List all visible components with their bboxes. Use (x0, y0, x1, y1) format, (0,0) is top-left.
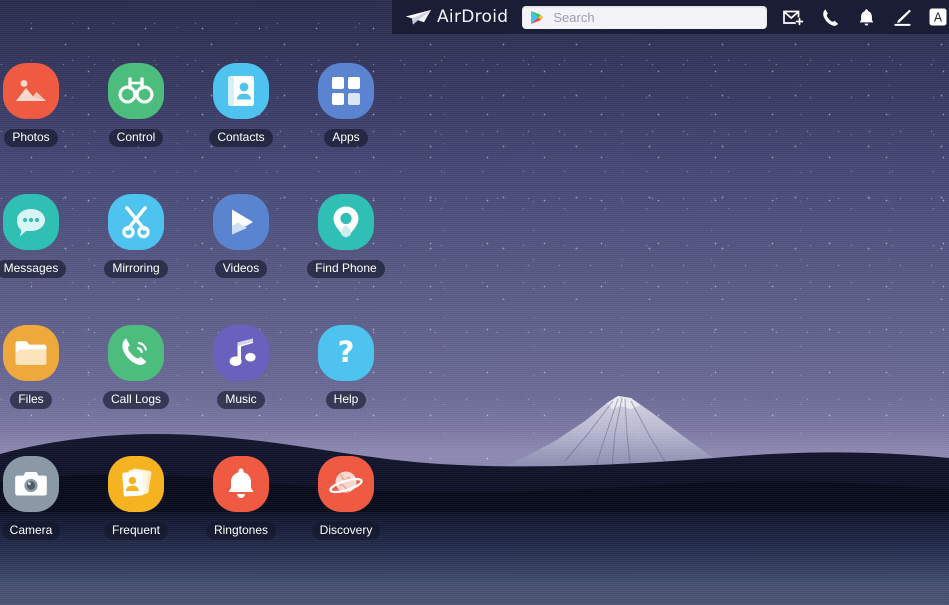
app-music[interactable]: Music (198, 325, 284, 409)
app-label: Apps (324, 129, 368, 147)
letter-a-icon[interactable]: A (927, 6, 949, 28)
top-toolbar: AirDroid Search A (392, 0, 949, 34)
desktop: AirDroid Search A Photos Control Contact… (0, 0, 949, 605)
app-help[interactable]: ? Help (303, 325, 389, 409)
app-ringtones[interactable]: Ringtones (198, 456, 284, 540)
edit-pencil-icon[interactable] (891, 6, 913, 28)
search-input[interactable] (553, 9, 767, 25)
apps-grid-icon (318, 63, 374, 119)
app-label: Find Phone (307, 260, 385, 278)
app-contacts[interactable]: Contacts (198, 63, 284, 147)
app-files[interactable]: Files (0, 325, 74, 409)
music-note-icon (213, 325, 269, 381)
app-apps[interactable]: Apps (303, 63, 389, 147)
question-mark-icon: ? (318, 325, 374, 381)
photos-icon (3, 63, 59, 119)
planet-icon (318, 456, 374, 512)
binoculars-icon (108, 63, 164, 119)
scissors-icon (108, 194, 164, 250)
app-videos[interactable]: Videos (198, 194, 284, 278)
play-icon (213, 194, 269, 250)
frequent-contacts-icon (108, 456, 164, 512)
app-find-phone[interactable]: Find Phone (303, 194, 389, 278)
app-label: Contacts (209, 129, 273, 147)
app-label: Videos (214, 260, 268, 278)
app-label: Discovery (311, 522, 381, 540)
message-icon (3, 194, 59, 250)
app-mirroring[interactable]: Mirroring (93, 194, 179, 278)
app-call-logs[interactable]: Call Logs (93, 325, 179, 409)
app-grid: Photos Control Contacts Apps Messages Mi… (0, 0, 400, 605)
new-message-icon[interactable] (783, 6, 805, 28)
bell-icon[interactable] (855, 6, 877, 28)
app-label: Frequent (103, 522, 169, 540)
app-control[interactable]: Control (93, 63, 179, 147)
logo-text: AirDroid (437, 7, 509, 27)
app-label: Messages (0, 260, 67, 278)
phone-icon[interactable] (819, 6, 841, 28)
app-label: Photos (4, 129, 58, 147)
app-photos[interactable]: Photos (0, 63, 74, 147)
camera-icon (3, 456, 59, 512)
app-label: Call Logs (102, 391, 170, 409)
app-label: Camera (1, 522, 61, 540)
app-camera[interactable]: Camera (0, 456, 74, 540)
app-label: Mirroring (104, 260, 168, 278)
app-label: Help (325, 391, 367, 409)
google-play-icon (531, 10, 544, 24)
svg-text:?: ? (338, 336, 355, 369)
contacts-icon (213, 63, 269, 119)
app-label: Music (217, 391, 265, 409)
airdroid-logo[interactable]: AirDroid (402, 7, 508, 27)
toolbar-icon-group: A (783, 6, 949, 28)
app-frequent[interactable]: Frequent (93, 456, 179, 540)
app-label: Control (108, 129, 164, 147)
folder-icon (3, 325, 59, 381)
paper-plane-icon (406, 10, 431, 25)
app-discovery[interactable]: Discovery (303, 456, 389, 540)
app-label: Ringtones (205, 522, 277, 540)
phone-call-icon (108, 325, 164, 381)
location-pin-icon (318, 194, 374, 250)
bell-ringtone-icon (213, 456, 269, 512)
search-box[interactable] (522, 5, 767, 29)
app-messages[interactable]: Messages (0, 194, 74, 278)
app-label: Files (10, 391, 52, 409)
svg-text:A: A (934, 11, 943, 25)
